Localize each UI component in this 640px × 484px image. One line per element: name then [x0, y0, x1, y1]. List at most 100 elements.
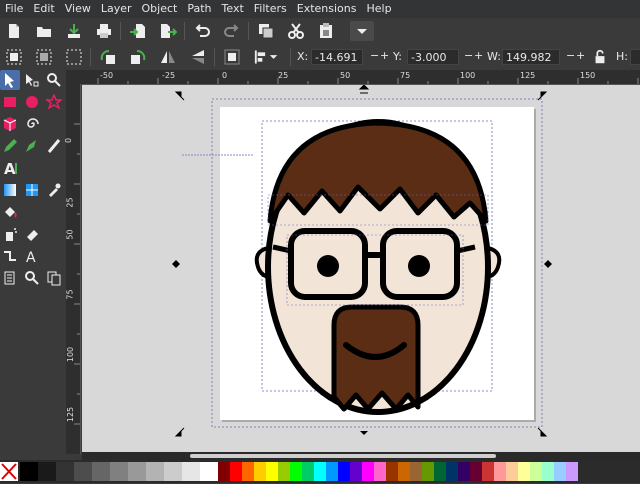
color-swatch[interactable] — [362, 462, 374, 481]
flip-vertical-icon[interactable] — [188, 47, 208, 67]
drawing[interactable] — [82, 85, 640, 452]
h-field[interactable] — [630, 49, 640, 65]
menu-extensions[interactable]: Extensions — [292, 0, 362, 18]
menu-view[interactable]: View — [60, 0, 96, 18]
color-swatch[interactable] — [518, 462, 530, 481]
color-swatch[interactable] — [164, 462, 182, 481]
mesh-tool-icon[interactable] — [22, 180, 42, 200]
rotate-ccw-icon[interactable] — [98, 47, 118, 67]
color-swatch[interactable] — [410, 462, 422, 481]
duplicate-icon[interactable] — [256, 21, 276, 41]
3d-box-tool-icon[interactable] — [0, 114, 20, 134]
eraser-tool-icon[interactable] — [22, 224, 42, 244]
color-swatch[interactable] — [200, 462, 218, 481]
color-swatch[interactable] — [434, 462, 446, 481]
x-field[interactable]: -14.691 — [311, 49, 363, 65]
color-swatch[interactable] — [326, 462, 338, 481]
color-swatch[interactable] — [290, 462, 302, 481]
raise-to-top-icon[interactable] — [222, 47, 242, 67]
menu-text[interactable]: Text — [217, 0, 249, 18]
clone-tool-icon[interactable] — [44, 268, 64, 288]
redo-icon[interactable] — [222, 21, 242, 41]
menu-path[interactable]: Path — [182, 0, 216, 18]
select-all-layers-icon[interactable] — [34, 47, 54, 67]
color-swatch[interactable] — [38, 462, 56, 481]
paint-bucket-tool-icon[interactable] — [0, 202, 20, 222]
color-swatch[interactable] — [482, 462, 494, 481]
w-decrement[interactable]: − — [566, 49, 575, 62]
color-swatch[interactable] — [542, 462, 554, 481]
y-decrement[interactable]: − — [464, 49, 473, 62]
color-swatch[interactable] — [458, 462, 470, 481]
color-swatch[interactable] — [242, 462, 254, 481]
color-swatch[interactable] — [92, 462, 110, 481]
y-increment[interactable]: + — [474, 49, 483, 62]
align-dropdown-icon[interactable] — [252, 47, 282, 67]
color-swatch[interactable] — [278, 462, 290, 481]
node-tool-icon[interactable] — [22, 70, 42, 90]
rotate-cw-icon[interactable] — [128, 47, 148, 67]
canvas-area[interactable] — [82, 85, 640, 452]
star-tool-icon[interactable] — [44, 92, 64, 112]
rectangle-tool-icon[interactable] — [0, 92, 20, 112]
w-increment[interactable]: + — [576, 49, 585, 62]
color-swatch[interactable] — [386, 462, 398, 481]
undo-icon[interactable] — [192, 21, 212, 41]
color-swatch[interactable] — [182, 462, 200, 481]
menu-help[interactable]: Help — [361, 0, 396, 18]
color-swatch[interactable] — [56, 462, 74, 481]
color-swatch[interactable] — [398, 462, 410, 481]
horizontal-scrollbar-thumb[interactable] — [190, 454, 496, 458]
selector-tool-icon[interactable] — [0, 70, 20, 90]
cut-icon[interactable] — [286, 21, 306, 41]
open-folder-icon[interactable] — [34, 21, 54, 41]
color-swatch[interactable] — [20, 462, 38, 481]
color-swatch[interactable] — [266, 462, 278, 481]
zoom-tool-icon[interactable] — [22, 268, 42, 288]
gradient-tool-icon[interactable] — [0, 180, 20, 200]
color-swatch[interactable] — [494, 462, 506, 481]
color-swatch[interactable] — [446, 462, 458, 481]
ellipse-tool-icon[interactable] — [22, 92, 42, 112]
save-icon[interactable] — [64, 21, 84, 41]
export-icon[interactable] — [158, 21, 178, 41]
pages-tool-icon[interactable] — [0, 268, 20, 288]
measure-tool-icon[interactable]: A — [22, 246, 42, 266]
color-swatch[interactable] — [146, 462, 164, 481]
dropdown-icon[interactable] — [350, 21, 374, 41]
tweak-tool-icon[interactable] — [44, 70, 64, 90]
spray-tool-icon[interactable] — [0, 224, 20, 244]
pen-tool-icon[interactable] — [22, 136, 42, 156]
new-document-icon[interactable] — [4, 21, 24, 41]
color-swatch[interactable] — [566, 462, 578, 481]
color-swatch[interactable] — [470, 462, 482, 481]
spiral-tool-icon[interactable] — [22, 114, 42, 134]
calligraphy-tool-icon[interactable] — [44, 136, 64, 156]
no-paint-swatch[interactable] — [0, 462, 18, 481]
color-swatch[interactable] — [506, 462, 518, 481]
text-tool-icon[interactable]: A — [0, 158, 20, 178]
menu-layer[interactable]: Layer — [96, 0, 137, 18]
color-swatch[interactable] — [374, 462, 386, 481]
connector-tool-icon[interactable] — [0, 246, 20, 266]
color-swatch[interactable] — [128, 462, 146, 481]
w-field[interactable]: 149.982 — [502, 49, 560, 65]
deselect-icon[interactable] — [64, 47, 84, 67]
menu-edit[interactable]: Edit — [28, 0, 59, 18]
color-swatch[interactable] — [230, 462, 242, 481]
print-icon[interactable] — [94, 21, 114, 41]
import-icon[interactable] — [128, 21, 148, 41]
y-field[interactable]: -3.000 — [407, 49, 459, 65]
color-swatch[interactable] — [350, 462, 362, 481]
pencil-tool-icon[interactable] — [0, 136, 20, 156]
menu-object[interactable]: Object — [137, 0, 183, 18]
lock-icon[interactable] — [592, 47, 608, 67]
menu-file[interactable]: File — [0, 0, 28, 18]
color-swatch[interactable] — [302, 462, 314, 481]
color-swatch[interactable] — [314, 462, 326, 481]
color-swatch[interactable] — [422, 462, 434, 481]
select-all-icon[interactable] — [4, 47, 24, 67]
color-swatch[interactable] — [110, 462, 128, 481]
color-swatch[interactable] — [74, 462, 92, 481]
color-swatch[interactable] — [218, 462, 230, 481]
